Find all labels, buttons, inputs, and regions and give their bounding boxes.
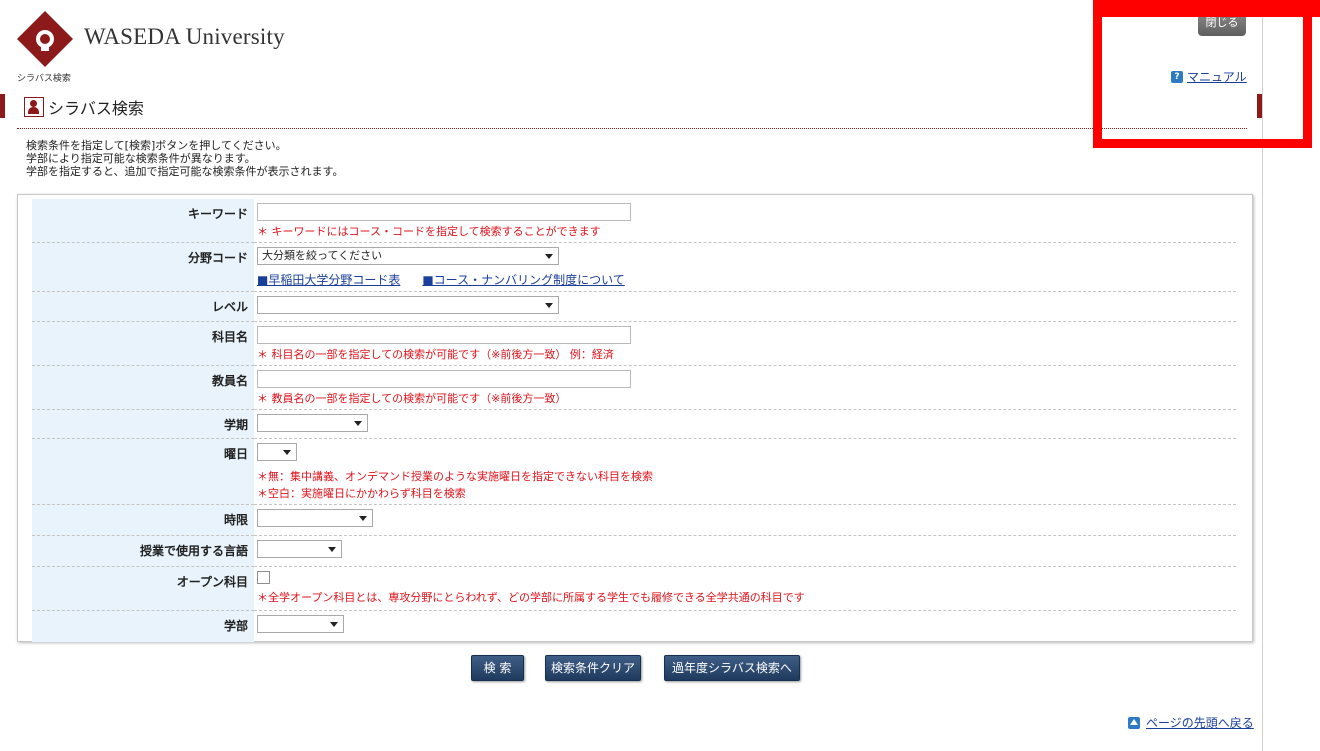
subject-label: 科目名	[32, 321, 254, 366]
search-form-table: キーワード ＊ キーワードにはコース・コードを指定して検索することができます 分…	[32, 199, 1236, 642]
form-row-open-course: オープン科目 ＊全学オープン科目とは、専攻分野にとらわれず、どの学部に所属する学…	[32, 566, 1236, 611]
instruction-line: 学部により指定可能な検索条件が異なります。	[26, 152, 256, 165]
chevron-down-icon	[283, 450, 291, 455]
chevron-down-icon	[354, 421, 362, 426]
keyword-input[interactable]	[257, 203, 631, 221]
day-note-none: ＊無：集中講義、オンデマンド授業のような実施曜日を指定できない科目を検索	[257, 470, 653, 483]
divider	[17, 128, 1247, 129]
level-label: レベル	[32, 291, 254, 322]
keyword-note: ＊ キーワードにはコース・コードを指定して検索することができます	[257, 225, 601, 238]
field-code-select[interactable]: 大分類を絞ってください	[257, 247, 559, 265]
form-row-teacher: 教員名 ＊ 教員名の一部を指定しての検索が可能です（※前後方一致）	[32, 365, 1236, 410]
day-note-blank: ＊空白：実施曜日にかかわらず科目を検索	[257, 487, 466, 500]
search-button[interactable]: 検 索	[471, 655, 524, 681]
chevron-down-icon	[545, 303, 553, 308]
chevron-down-icon	[330, 622, 338, 627]
form-row-field-code: 分野コード 大分類を絞ってください ■早稲田大学分野コード表 ■コース・ナンバリン…	[32, 242, 1236, 292]
button-bar: 検 索 検索条件クリア 過年度シラバス検索へ	[0, 655, 1262, 681]
page-title: シラバス検索	[24, 95, 144, 119]
form-row-keyword: キーワード ＊ キーワードにはコース・コードを指定して検索することができます	[32, 199, 1236, 243]
header: WASEDA University シラバス検索 閉じる ? マニュアル	[0, 0, 1262, 92]
page: WASEDA University シラバス検索 閉じる ? マニュアル シラバス…	[0, 0, 1263, 751]
chevron-down-icon	[545, 254, 553, 259]
form-row-subject: 科目名 ＊ 科目名の一部を指定しての検索が可能です（※前後方一致） 例：経済	[32, 321, 1236, 366]
field-code-table-link[interactable]: ■早稲田大学分野コード表	[257, 273, 400, 287]
teacher-label: 教員名	[32, 365, 254, 410]
course-numbering-link[interactable]: ■コース・ナンバリング制度について	[422, 273, 624, 287]
waseda-logo-icon[interactable]	[17, 11, 73, 67]
form-row-day: 曜日 ＊無：集中講義、オンデマンド授業のような実施曜日を指定できない科目を検索 …	[32, 438, 1236, 505]
day-label: 曜日	[32, 438, 254, 505]
open-course-label: オープン科目	[32, 566, 254, 611]
day-select[interactable]	[257, 443, 297, 461]
form-row-term: 学期	[32, 409, 1236, 439]
highlight-annotation	[1093, 0, 1312, 148]
person-icon	[24, 97, 44, 117]
keyword-label: キーワード	[32, 199, 254, 243]
period-select[interactable]	[257, 509, 373, 527]
language-select[interactable]	[257, 540, 342, 558]
form-row-faculty: 学部	[32, 610, 1236, 642]
search-form: キーワード ＊ キーワードにはコース・コードを指定して検索することができます 分…	[17, 194, 1253, 642]
logo-text[interactable]: WASEDA University	[84, 24, 285, 50]
subject-input[interactable]	[257, 326, 631, 344]
level-select[interactable]	[257, 296, 559, 314]
instructions: 検索条件を指定して[検索]ボタンを押してください。 学部により指定可能な検索条件…	[26, 139, 343, 178]
back-to-top-link[interactable]: ページの先頭へ戻る	[1128, 714, 1254, 731]
page-inner: WASEDA University シラバス検索 閉じる ? マニュアル シラバス…	[0, 0, 1262, 751]
page-title-text: シラバス検索	[48, 99, 144, 118]
form-row-period: 時限	[32, 504, 1236, 536]
chevron-down-icon	[359, 516, 367, 521]
clear-button[interactable]: 検索条件クリア	[545, 655, 641, 681]
past-syllabus-button[interactable]: 過年度シラバス検索へ	[664, 655, 800, 681]
instruction-line: 学部を指定すると、追加で指定可能な検索条件が表示されます。	[26, 165, 344, 178]
teacher-input[interactable]	[257, 370, 631, 388]
title-accent-left	[0, 94, 5, 118]
open-course-checkbox[interactable]	[257, 571, 270, 584]
breadcrumb: シラバス検索	[17, 74, 71, 84]
teacher-note: ＊ 教員名の一部を指定しての検索が可能です（※前後方一致）	[257, 392, 567, 405]
faculty-label: 学部	[32, 610, 254, 642]
arrow-up-icon	[1128, 716, 1140, 729]
subject-note: ＊ 科目名の一部を指定しての検索が可能です（※前後方一致） 例：経済	[257, 348, 614, 361]
highlight-annotation-top	[1093, 0, 1320, 17]
back-to-top-label[interactable]: ページの先頭へ戻る	[1146, 716, 1254, 730]
form-row-level: レベル	[32, 291, 1236, 322]
field-code-selected: 大分類を絞ってください	[262, 249, 383, 262]
faculty-select[interactable]	[257, 615, 344, 633]
field-code-links: ■早稲田大学分野コード表 ■コース・ナンバリング制度について	[257, 271, 1236, 288]
field-code-label: 分野コード	[32, 242, 254, 292]
chevron-down-icon	[328, 547, 336, 552]
form-row-language: 授業で使用する言語	[32, 535, 1236, 567]
term-label: 学期	[32, 409, 254, 439]
period-label: 時限	[32, 504, 254, 536]
instruction-line: 検索条件を指定して[検索]ボタンを押してください。	[26, 139, 287, 152]
term-select[interactable]	[257, 414, 368, 432]
language-label: 授業で使用する言語	[32, 535, 254, 567]
open-course-note: ＊全学オープン科目とは、専攻分野にとらわれず、どの学部に所属する学生でも履修でき…	[257, 591, 805, 604]
